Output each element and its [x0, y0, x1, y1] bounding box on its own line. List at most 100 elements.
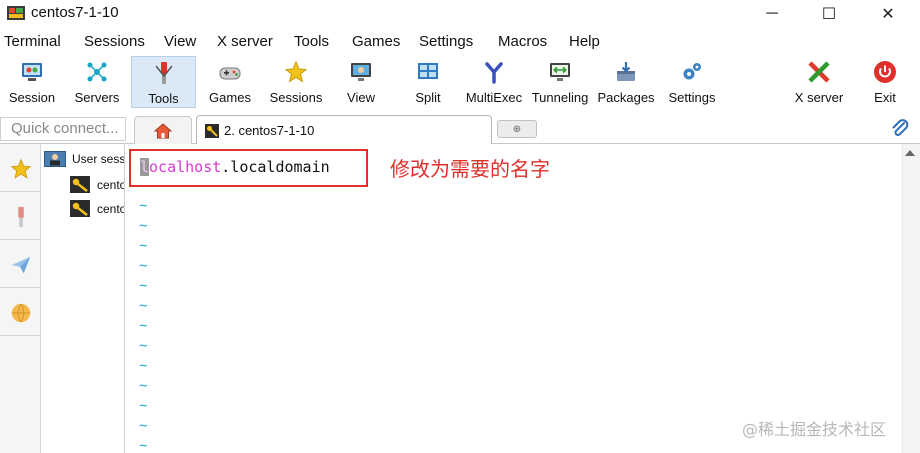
empty-line-tilde: ~	[139, 398, 148, 414]
hostname-line: localhost.localdomain	[140, 158, 330, 176]
exit-button[interactable]: Exit	[864, 56, 906, 108]
plus-icon: ⊕	[512, 123, 522, 135]
empty-line-tilde: ~	[139, 318, 148, 334]
tunneling-label: Tunneling	[531, 90, 589, 105]
paperclip-icon[interactable]	[890, 118, 910, 140]
tree-item-session[interactable]: centos7-1-11	[70, 200, 124, 217]
quick-connect-input[interactable]: Quick connect...	[0, 117, 126, 141]
annotation-text: 修改为需要的名字	[390, 157, 550, 181]
menu-settings[interactable]: Settings	[419, 30, 473, 53]
gamepad-icon	[216, 58, 244, 86]
tunneling-button[interactable]: Tunneling	[529, 56, 591, 108]
sidebar-sftp-button[interactable]	[0, 242, 41, 288]
empty-line-tilde: ~	[139, 358, 148, 374]
x-server-icon	[805, 58, 833, 86]
empty-line-tilde: ~	[139, 438, 148, 453]
minimize-button[interactable]: ─	[749, 0, 795, 28]
sessions-button[interactable]: Sessions	[266, 56, 326, 108]
empty-line-tilde: ~	[139, 278, 148, 294]
packages-label: Packages	[597, 90, 655, 105]
key-icon	[70, 200, 90, 217]
sidebar-sessions-button[interactable]	[0, 146, 41, 192]
star-icon	[282, 58, 310, 86]
toolbar: Session Servers Tools Games Sessions Vie…	[0, 54, 920, 108]
new-tab-button[interactable]: ⊕	[497, 120, 537, 138]
empty-line-tilde: ~	[139, 218, 148, 234]
vertical-scrollbar[interactable]	[901, 144, 920, 453]
sidebar-tools-button[interactable]	[0, 194, 41, 240]
menu-terminal[interactable]: Terminal	[4, 30, 61, 53]
window-title: centos7-1-10	[31, 4, 119, 21]
empty-line-tilde: ~	[139, 378, 148, 394]
split-button[interactable]: Split	[404, 56, 452, 108]
servers-icon	[83, 58, 111, 86]
terminal-view[interactable]: localhost.localdomain 修改为需要的名字 ~ ~ ~ ~ ~…	[126, 144, 901, 453]
session-label: Session	[8, 90, 56, 105]
empty-line-tilde: ~	[139, 338, 148, 354]
tree-root-label: User sessions	[72, 152, 125, 166]
multiexec-label: MultiExec	[465, 90, 523, 105]
tab-session-centos7-1-10[interactable]: 2. centos7-1-10	[196, 115, 492, 145]
maximize-button[interactable]: ☐	[806, 0, 852, 28]
empty-line-tilde: ~	[139, 238, 148, 254]
home-tab[interactable]	[134, 116, 192, 144]
empty-line-tilde: ~	[139, 298, 148, 314]
exit-label: Exit	[874, 90, 896, 105]
close-button[interactable]: ✕	[865, 0, 911, 28]
tab-bar: Quick connect... 2. centos7-1-10 ⊕	[0, 112, 920, 145]
home-icon	[154, 122, 172, 138]
view-label: View	[347, 90, 375, 105]
packages-button[interactable]: Packages	[597, 56, 655, 108]
domain-text: .localdomain	[221, 158, 330, 176]
gears-icon	[678, 58, 706, 86]
scroll-up-arrow-icon[interactable]	[905, 150, 915, 156]
globe-icon	[11, 303, 30, 322]
tree-root-user-sessions[interactable]: User sessions	[44, 151, 125, 167]
tree-item-session[interactable]: centos7-1-10	[70, 176, 124, 193]
menu-macros[interactable]: Macros	[498, 30, 547, 53]
key-icon	[205, 123, 219, 138]
empty-line-tilde: ~	[139, 198, 148, 214]
tools-button[interactable]: Tools	[131, 56, 196, 108]
settings-button[interactable]: Settings	[664, 56, 720, 108]
tree-item-label: centos7-1-11	[97, 201, 124, 216]
cursor: l	[140, 158, 150, 176]
menu-tools[interactable]: Tools	[294, 30, 329, 53]
x-server-button[interactable]: X server	[789, 56, 849, 108]
menu-view[interactable]: View	[164, 30, 196, 53]
empty-line-tilde: ~	[139, 418, 148, 434]
servers-label: Servers	[74, 90, 120, 105]
watermark: @稀土掘金技术社区	[742, 420, 887, 439]
sessions-label: Sessions	[269, 90, 323, 105]
tools-label: Tools	[148, 91, 179, 106]
package-icon	[612, 58, 640, 86]
session-tree: User sessions centos7-1-10 centos7-1-11	[42, 144, 125, 453]
tree-item-label: centos7-1-10	[97, 177, 124, 192]
menu-x-server[interactable]: X server	[217, 30, 273, 53]
menu-help[interactable]: Help	[569, 30, 600, 53]
menu-games[interactable]: Games	[352, 30, 400, 53]
menu-sessions[interactable]: Sessions	[84, 30, 145, 53]
menu-bar: Terminal Sessions View X server Tools Ga…	[0, 30, 920, 54]
power-icon	[871, 58, 899, 86]
paper-plane-icon	[11, 256, 30, 273]
tunnel-icon	[546, 58, 574, 86]
view-button[interactable]: View	[337, 56, 385, 108]
tools-icon	[150, 59, 178, 87]
close-icon: ✕	[881, 6, 895, 23]
games-label: Games	[209, 90, 251, 105]
hostname-text: ocalhost	[149, 158, 222, 176]
sidebar-strip	[0, 144, 41, 453]
games-button[interactable]: Games	[203, 56, 257, 108]
split-label: Split	[415, 90, 441, 105]
user-sessions-icon	[44, 151, 66, 167]
minimize-icon: ─	[766, 5, 778, 22]
key-icon	[70, 176, 90, 193]
empty-line-tilde: ~	[139, 258, 148, 274]
sidebar-macros-button[interactable]	[0, 290, 41, 336]
servers-button[interactable]: Servers	[68, 56, 126, 108]
fork-icon	[480, 58, 508, 86]
split-icon	[414, 58, 442, 86]
session-button[interactable]: Session	[4, 56, 60, 108]
multiexec-button[interactable]: MultiExec	[464, 56, 524, 108]
